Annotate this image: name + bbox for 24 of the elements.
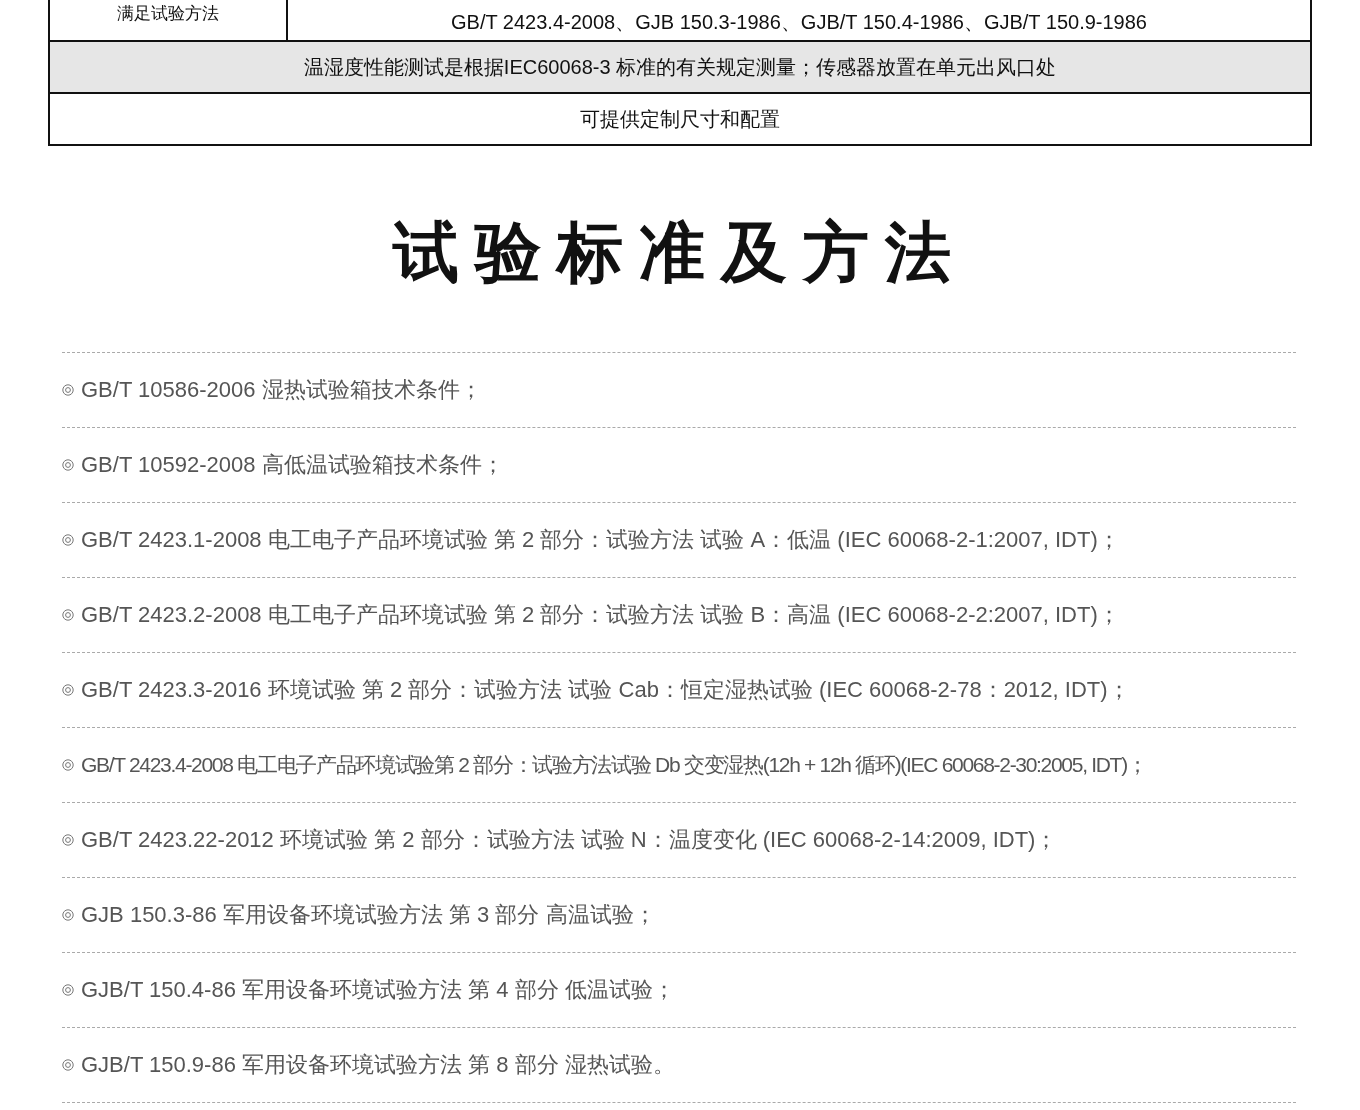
standard-text: GJB/T 150.4-86 军用设备环境试验方法 第 4 部分 低温试验； [81,976,675,1004]
bullet-icon [62,609,74,621]
standard-text: GB/T 2423.1-2008 电工电子产品环境试验 第 2 部分：试验方法 试验 A：低温 (IEC 60068-2-1:2007, IDT)； [81,526,1120,554]
standard-text: GJB 150.3-86 军用设备环境试验方法 第 3 部分 高温试验； [81,901,656,929]
standard-text: GB/T 2423.22-2012 环境试验 第 2 部分：试验方法 试验 N：温度变化 (IEC 60068-2-14:2009, IDT)； [81,826,1058,854]
standard-text: GB/T 2423.2-2008 电工电子产品环境试验 第 2 部分：试验方法 试验 B：高温 (IEC 60068-2-2:2007, IDT)； [81,601,1120,629]
bullet-icon [62,384,74,396]
bullet-icon [62,1059,74,1071]
bullet-icon [62,984,74,996]
bullet-icon [62,909,74,921]
table-cell-text: GB/T 2423.4-2008、GJB 150.3-1986、GJB/T 150.4-1986、GJB/T 150.9-1986 [450,9,1148,35]
standard-text: GB/T 2423.4-2008 电工电子产品环境试验第 2 部分：试验方法试验 Db 交变湿热(12h + 12h 循环)(IEC 60068-2-30:2005, IDT)； [81,752,1147,778]
bullet-icon [62,834,74,846]
bullet-icon [62,459,74,471]
standard-text: GB/T 2423.3-2016 环境试验 第 2 部分：试验方法 试验 Cab：恒定湿热试验 (IEC 60068-2-78：2012, IDT)； [81,676,1130,704]
bullet-icon [62,534,74,546]
table-cell: 温湿度性能测试是根据IEC60068-3 标准的有关规定测量；传感器放置在单元出风口处 [50,42,1310,94]
bullet-icon [62,684,74,696]
section-title: 试验标准及方法 [391,214,968,291]
standard-text: GJB/T 150.9-86 军用设备环境试验方法 第 8 部分 湿热试验。 [81,1051,675,1079]
bullet-icon [62,759,74,771]
standard-text: GB/T 10592-2008 高低温试验箱技术条件； [81,451,504,479]
standard-text: GB/T 10586-2006 湿热试验箱技术条件； [81,376,482,404]
table-cell: 满足试验方法 [50,0,288,40]
